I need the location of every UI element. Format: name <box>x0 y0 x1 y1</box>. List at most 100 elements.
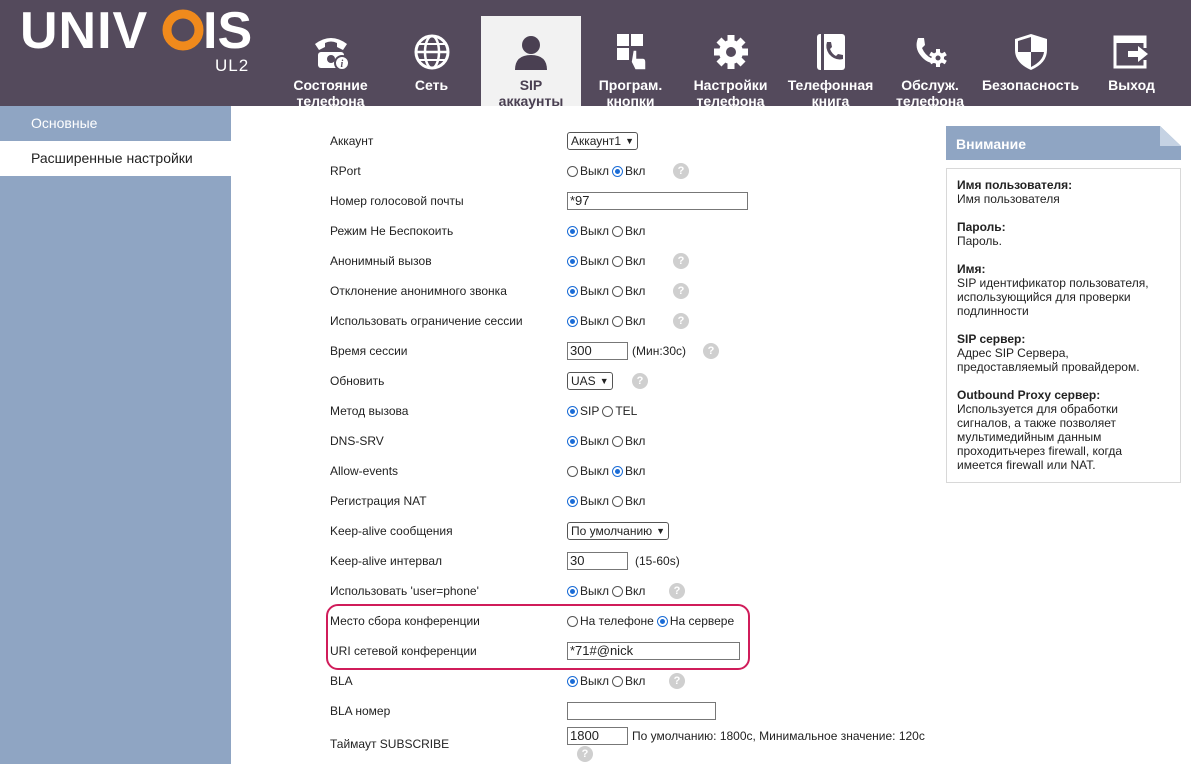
field-label: Аккаунт <box>330 134 374 148</box>
keepalive-interval-input[interactable]: 30 <box>567 552 628 570</box>
nav-phone-maintenance[interactable]: Обслуж. телефона <box>880 16 980 109</box>
svg-text:i: i <box>340 59 343 70</box>
field-label: Время сессии <box>330 344 408 358</box>
info-panel: Имя пользователя: Имя пользователя Пароль… <box>946 168 1181 483</box>
subscribe-timeout-input[interactable]: 1800 <box>567 727 628 745</box>
bla-number-input[interactable] <box>567 702 716 720</box>
nav-sip-accounts[interactable]: SIP аккаунты <box>481 16 581 109</box>
grid-touch-icon <box>616 34 647 70</box>
help-icon[interactable]: ? <box>673 283 689 299</box>
account-select[interactable]: Аккаунт1 ▼ <box>567 132 639 150</box>
globe-icon <box>414 34 449 70</box>
field-label: Использовать 'user=phone' <box>330 584 479 598</box>
sidebar-item-basic[interactable]: Основные <box>0 106 231 141</box>
field-label: Режим Не Беспокоить <box>330 224 454 238</box>
field-label: DNS-SRV <box>330 434 384 448</box>
gear-icon <box>713 35 748 69</box>
radio-tel[interactable] <box>602 405 614 417</box>
radio-off[interactable] <box>567 465 578 477</box>
radio-off[interactable] <box>567 285 578 297</box>
phonebook-icon <box>816 34 845 70</box>
radio-off[interactable] <box>567 495 578 507</box>
radio-sip[interactable] <box>567 405 578 417</box>
svg-text:UNIV: UNIV <box>20 6 148 60</box>
info-section: SIP сервер: Адрес SIP Сервера, предоставл… <box>957 332 1140 374</box>
help-icon[interactable]: ? <box>703 343 719 359</box>
session-time-input[interactable]: 300 <box>567 342 628 360</box>
radio-on[interactable] <box>612 675 624 687</box>
nav-network[interactable]: Сеть <box>382 16 481 106</box>
logout-icon <box>1113 35 1152 69</box>
chevron-down-icon: ▼ <box>625 136 635 146</box>
phone-info-icon: i <box>314 38 350 70</box>
keepalive-select[interactable]: По умолчанию ▼ <box>567 522 670 540</box>
radio-off[interactable] <box>567 225 578 237</box>
refresher-select[interactable]: UAS ▼ <box>567 372 613 390</box>
conf-uri-input[interactable]: *71#@nick <box>567 642 740 660</box>
shield-icon <box>1014 34 1047 70</box>
nav-phonebook[interactable]: Телефонная книга <box>781 16 880 109</box>
help-icon[interactable]: ? <box>669 673 685 689</box>
radio-on[interactable] <box>612 165 624 177</box>
field-label: Keep-alive интервал <box>330 554 442 568</box>
keepalive-interval-unit: (15-60s) <box>635 554 680 568</box>
field-label: Метод вызова <box>330 404 409 418</box>
radio-on[interactable] <box>612 255 624 267</box>
radio-on[interactable] <box>612 315 624 327</box>
field-label: Регистрация NAT <box>330 494 427 508</box>
radio-off[interactable] <box>567 675 578 687</box>
field-label: Анонимный вызов <box>330 254 432 268</box>
field-label: Allow-events <box>330 464 399 478</box>
voicemail-input[interactable]: *97 <box>567 192 748 210</box>
radio-on[interactable] <box>612 585 624 597</box>
radio-off[interactable] <box>567 435 578 447</box>
help-icon[interactable]: ? <box>673 313 689 329</box>
radio-off[interactable] <box>567 585 578 597</box>
sidebar-item-advanced[interactable]: Расширенные настройки <box>0 141 231 176</box>
help-icon[interactable]: ? <box>577 746 593 762</box>
nav-phone-settings[interactable]: Настройки телефона <box>681 16 780 109</box>
model-label: UL2 <box>215 56 250 75</box>
radio-off[interactable] <box>567 165 578 177</box>
nav-security[interactable]: Безопасность <box>980 16 1081 106</box>
nav-phone-status[interactable]: i Состояние телефона <box>281 16 380 109</box>
field-label: Обновить <box>330 374 385 388</box>
chevron-down-icon: ▼ <box>656 526 666 536</box>
radio-phone[interactable] <box>567 615 578 627</box>
radio-off[interactable] <box>567 315 578 327</box>
radio-on[interactable] <box>612 465 624 477</box>
info-section: Outbound Proxy сервер: Используется для о… <box>957 388 1123 472</box>
field-label: BLA <box>330 674 353 688</box>
help-icon[interactable]: ? <box>632 373 648 389</box>
help-icon[interactable]: ? <box>669 583 685 599</box>
field-label: Место сбора конференции <box>330 614 480 628</box>
field-label: Использовать ограничение сессии <box>330 314 523 328</box>
info-panel-title: Внимание <box>946 126 1181 160</box>
field-label: RPort <box>330 164 361 178</box>
field-label: Отклонение анонимного звонка <box>330 284 507 298</box>
radio-on[interactable] <box>612 225 624 237</box>
svg-text:IS: IS <box>203 6 252 60</box>
info-section: Имя: SIP идентификатор пользователя, испо… <box>957 262 1149 318</box>
sidebar: Основные Расширенные настройки <box>0 106 231 764</box>
chevron-down-icon: ▼ <box>599 376 609 386</box>
radio-server[interactable] <box>656 615 668 627</box>
field-label: Keep-alive сообщения <box>330 524 453 538</box>
info-section: Имя пользователя: Имя пользователя <box>957 178 1073 206</box>
user-icon <box>515 36 547 70</box>
field-label: Таймаут SUBSCRIBE <box>330 737 450 751</box>
phone-wrench-icon <box>916 38 947 67</box>
subscribe-timeout-hint: По умолчанию: 1800с, Минимальное значени… <box>632 729 925 743</box>
radio-on[interactable] <box>612 495 624 507</box>
info-section: Пароль: Пароль. <box>957 220 1006 248</box>
radio-off[interactable] <box>567 255 578 267</box>
radio-on[interactable] <box>612 435 624 447</box>
radio-on[interactable] <box>612 285 624 297</box>
nav-logout[interactable]: Выход <box>1082 16 1181 106</box>
help-icon[interactable]: ? <box>673 253 689 269</box>
session-time-unit: (Мин:30с) <box>632 344 686 358</box>
nav-prog-keys[interactable]: Програм. кнопки <box>582 16 679 109</box>
field-label: BLA номер <box>330 704 391 718</box>
help-icon[interactable]: ? <box>673 163 689 179</box>
field-label: URI сетевой конференции <box>330 644 477 658</box>
